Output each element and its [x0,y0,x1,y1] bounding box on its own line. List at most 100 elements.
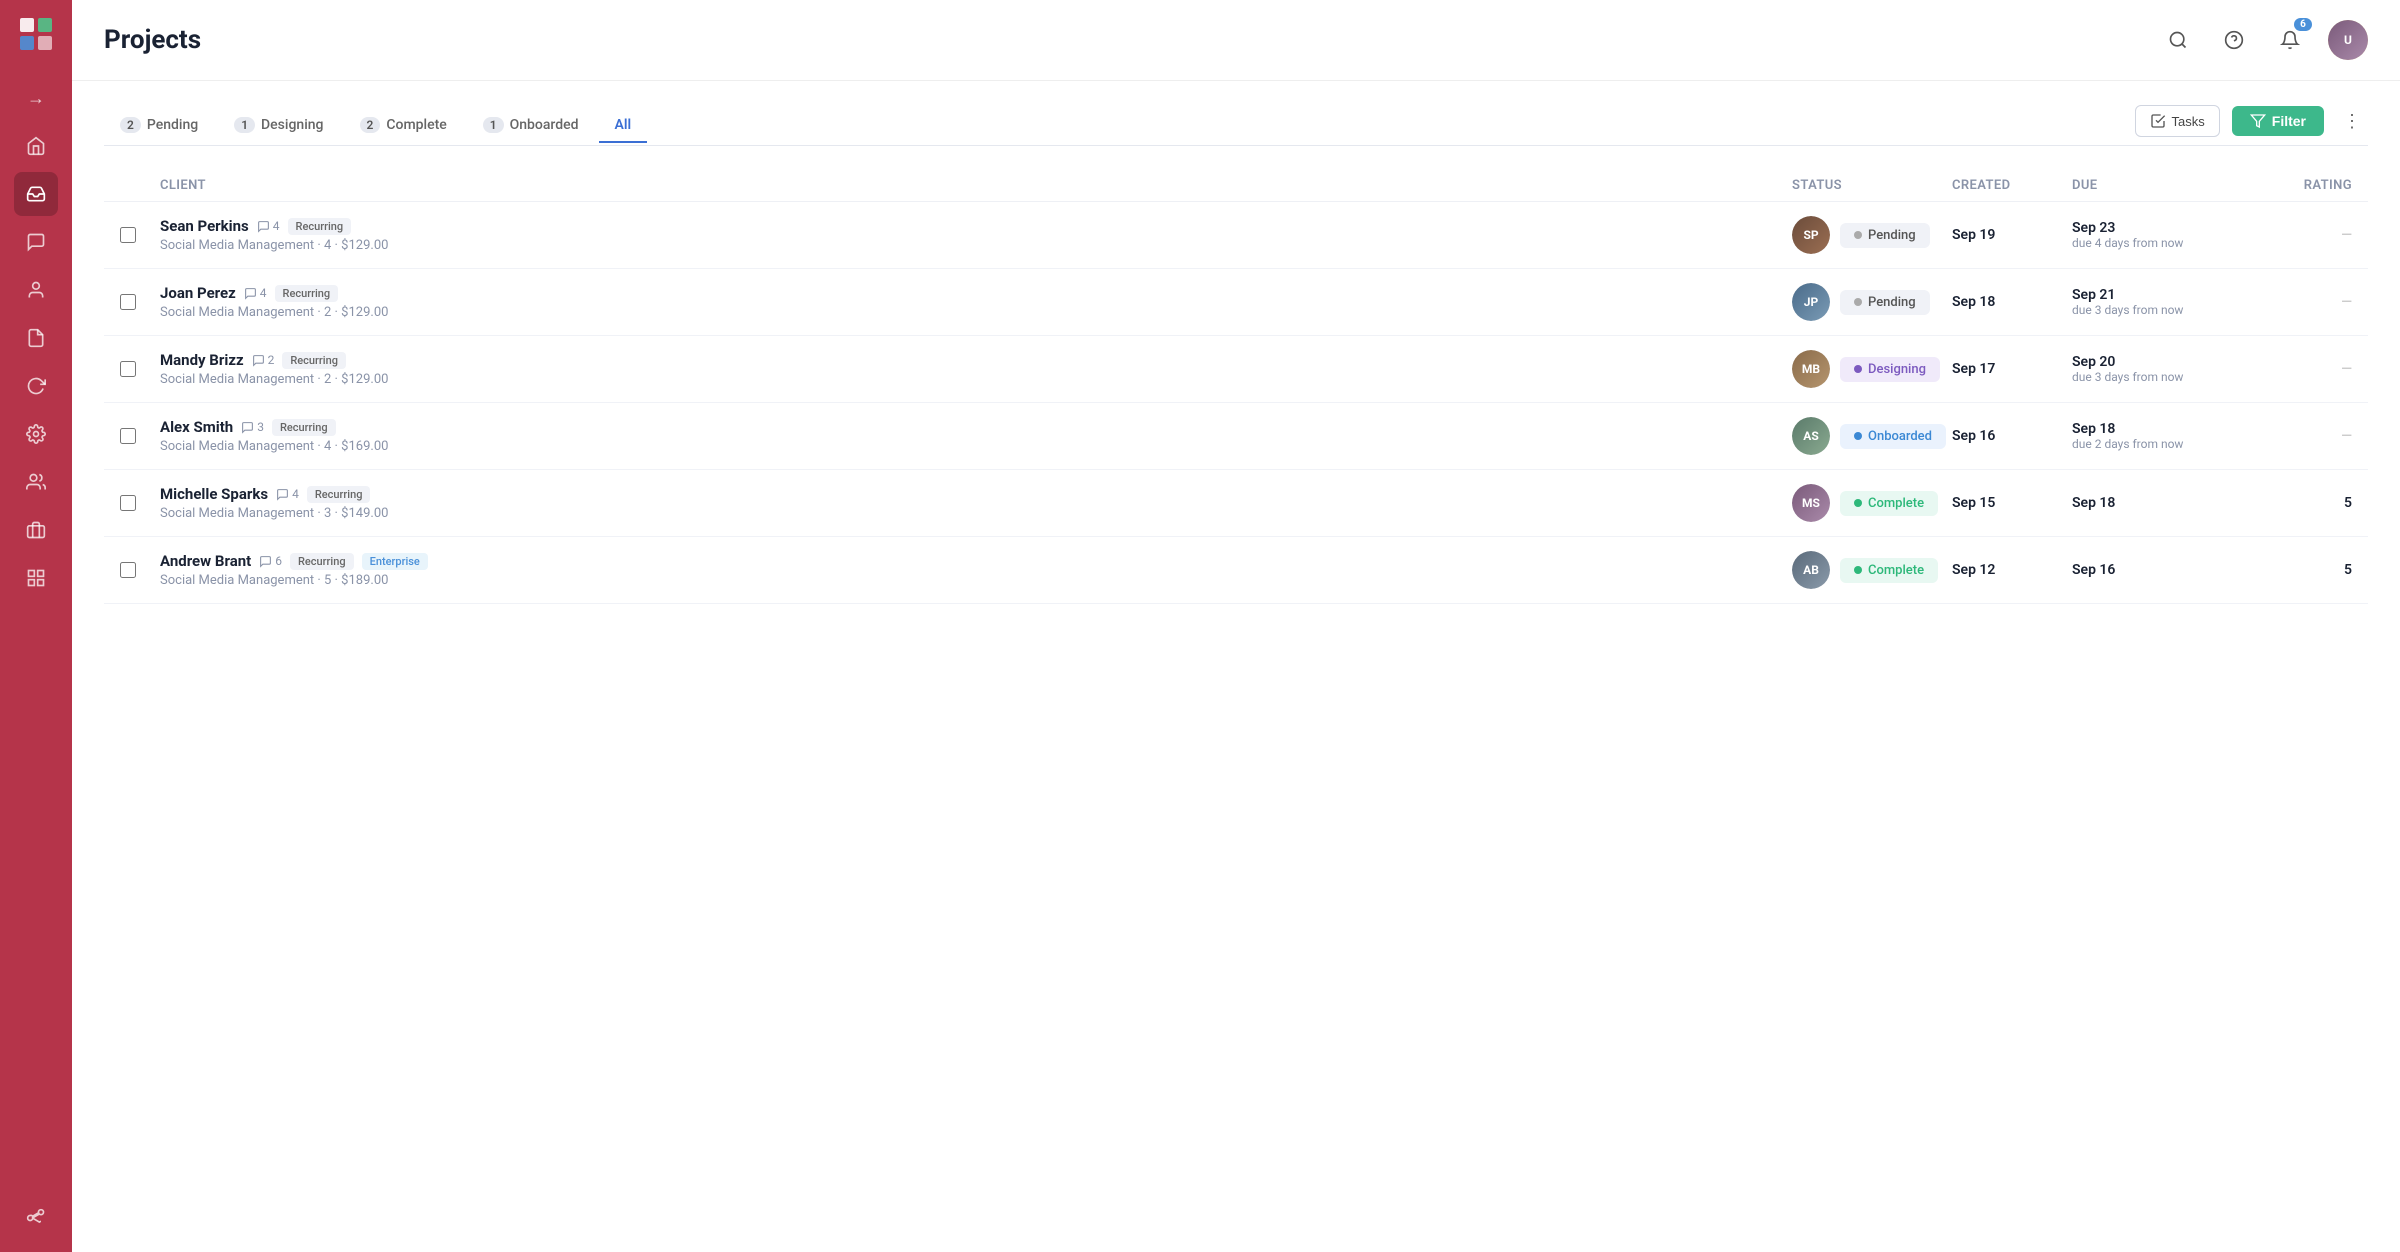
page-title: Projects [104,25,2160,55]
due-date: Sep 18 [2072,421,2252,437]
tasks-button[interactable]: Tasks [2135,105,2220,137]
table-row: Sean Perkins 4 Recurring Social Media Ma… [104,202,2368,269]
user-icon[interactable] [14,268,58,312]
filter-button[interactable]: Filter [2232,106,2324,136]
tab-designing-label: Designing [261,117,323,133]
row-checkbox-input[interactable] [120,294,136,310]
row-avatar-cell: AS [1792,417,1830,455]
row-checkbox[interactable] [120,428,160,444]
client-name: Joan Perez [160,284,236,302]
status-cell: MB Designing [1792,350,1952,388]
client-sub: Social Media Management · 2 · $129.00 [160,372,1792,387]
header-checkbox-col [120,178,160,193]
header-rating: Rating [2252,178,2352,193]
row-checkbox[interactable] [120,294,160,310]
notification-bell[interactable]: 6 [2272,22,2308,58]
tasks-checkbox-icon [2150,113,2166,129]
header-actions: 6 U [2160,20,2368,60]
rating-cell: — [2252,428,2352,444]
client-name: Alex Smith [160,418,233,436]
status-cell: AS Onboarded [1792,417,1952,455]
row-checkbox[interactable] [120,361,160,377]
rating-cell: — [2252,294,2352,310]
row-checkbox-input[interactable] [120,361,136,377]
user-avatar[interactable]: U [2328,20,2368,60]
tab-all-label: All [615,117,632,133]
filter-icon [2250,113,2266,129]
due-sub: due 3 days from now [2072,370,2252,384]
grid-icon[interactable] [14,556,58,600]
row-checkbox-input[interactable] [120,428,136,444]
chat-icon[interactable] [14,220,58,264]
status-label: Designing [1868,362,1926,377]
row-checkbox-input[interactable] [120,562,136,578]
row-checkbox[interactable] [120,495,160,511]
row-avatar-cell: SP [1792,216,1830,254]
due-sub: due 4 days from now [2072,236,2252,250]
client-cell: Joan Perez 4 Recurring Social Media Mana… [160,284,1792,320]
app-logo[interactable] [14,12,58,56]
row-avatar-cell: MS [1792,484,1830,522]
status-badge: Designing [1840,357,1940,382]
tabs-right: Tasks Filter ⋮ [2135,105,2368,145]
table-row: Alex Smith 3 Recurring Social Media Mana… [104,403,2368,470]
avatar: SP [1792,216,1830,254]
recurring-tag: Recurring [307,486,371,503]
client-sub: Social Media Management · 3 · $149.00 [160,506,1792,521]
row-checkbox[interactable] [120,562,160,578]
created-date: Sep 12 [1952,562,2072,578]
more-options-button[interactable]: ⋮ [2336,105,2368,137]
document-icon[interactable] [14,316,58,360]
client-sub: Social Media Management · 2 · $129.00 [160,305,1792,320]
created-date: Sep 18 [1952,294,2072,310]
status-badge: Pending [1840,290,1930,315]
due-sub: due 2 days from now [2072,437,2252,451]
client-cell: Mandy Brizz 2 Recurring Social Media Man… [160,351,1792,387]
status-dot [1854,432,1862,440]
content-area: 2 Pending 1 Designing 2 Complete 1 Onboa… [72,81,2400,1252]
tasks-button-label: Tasks [2172,114,2205,129]
status-cell: AB Complete [1792,551,1952,589]
help-icon[interactable] [2216,22,2252,58]
row-checkbox-input[interactable] [120,495,136,511]
due-cell: Sep 21 due 3 days from now [2072,287,2252,317]
rating-cell: 5 [2252,562,2352,578]
home-icon[interactable] [14,124,58,168]
status-label: Pending [1868,295,1916,310]
tab-pending-label: Pending [147,117,198,133]
due-date: Sep 16 [2072,562,2252,578]
handshake-icon[interactable] [14,460,58,504]
client-name: Michelle Sparks [160,485,268,503]
comment-count: 4 [244,286,267,300]
client-sub: Social Media Management · 4 · $169.00 [160,439,1792,454]
arrow-right-icon[interactable]: → [14,76,58,120]
row-checkbox[interactable] [120,227,160,243]
table-row: Andrew Brant 6 Recurring Enterprise Soci… [104,537,2368,604]
plug-icon[interactable] [14,1196,58,1240]
due-cell: Sep 23 due 4 days from now [2072,220,2252,250]
created-cell: Sep 12 [1952,562,2072,578]
refresh-icon[interactable] [14,364,58,408]
briefcase-icon[interactable] [14,508,58,552]
tab-onboarded-label: Onboarded [510,117,579,133]
row-avatar-cell: JP [1792,283,1830,321]
table-row: Mandy Brizz 2 Recurring Social Media Man… [104,336,2368,403]
table-row: Joan Perez 4 Recurring Social Media Mana… [104,269,2368,336]
status-badge: Onboarded [1840,424,1946,449]
gear-icon[interactable] [14,412,58,456]
inbox-icon[interactable] [14,172,58,216]
recurring-tag: Recurring [288,218,352,235]
tab-onboarded[interactable]: 1 Onboarded [467,109,595,143]
rating-cell: 5 [2252,495,2352,511]
status-label: Complete [1868,563,1924,578]
search-icon[interactable] [2160,22,2196,58]
row-checkbox-input[interactable] [120,227,136,243]
tab-designing[interactable]: 1 Designing [218,109,339,143]
row-avatar-cell: AB [1792,551,1830,589]
tab-all[interactable]: All [599,109,648,143]
rating-cell: — [2252,361,2352,377]
tab-pending[interactable]: 2 Pending [104,109,214,143]
tab-complete[interactable]: 2 Complete [344,109,463,143]
comment-count: 3 [241,420,264,434]
client-cell: Sean Perkins 4 Recurring Social Media Ma… [160,217,1792,253]
